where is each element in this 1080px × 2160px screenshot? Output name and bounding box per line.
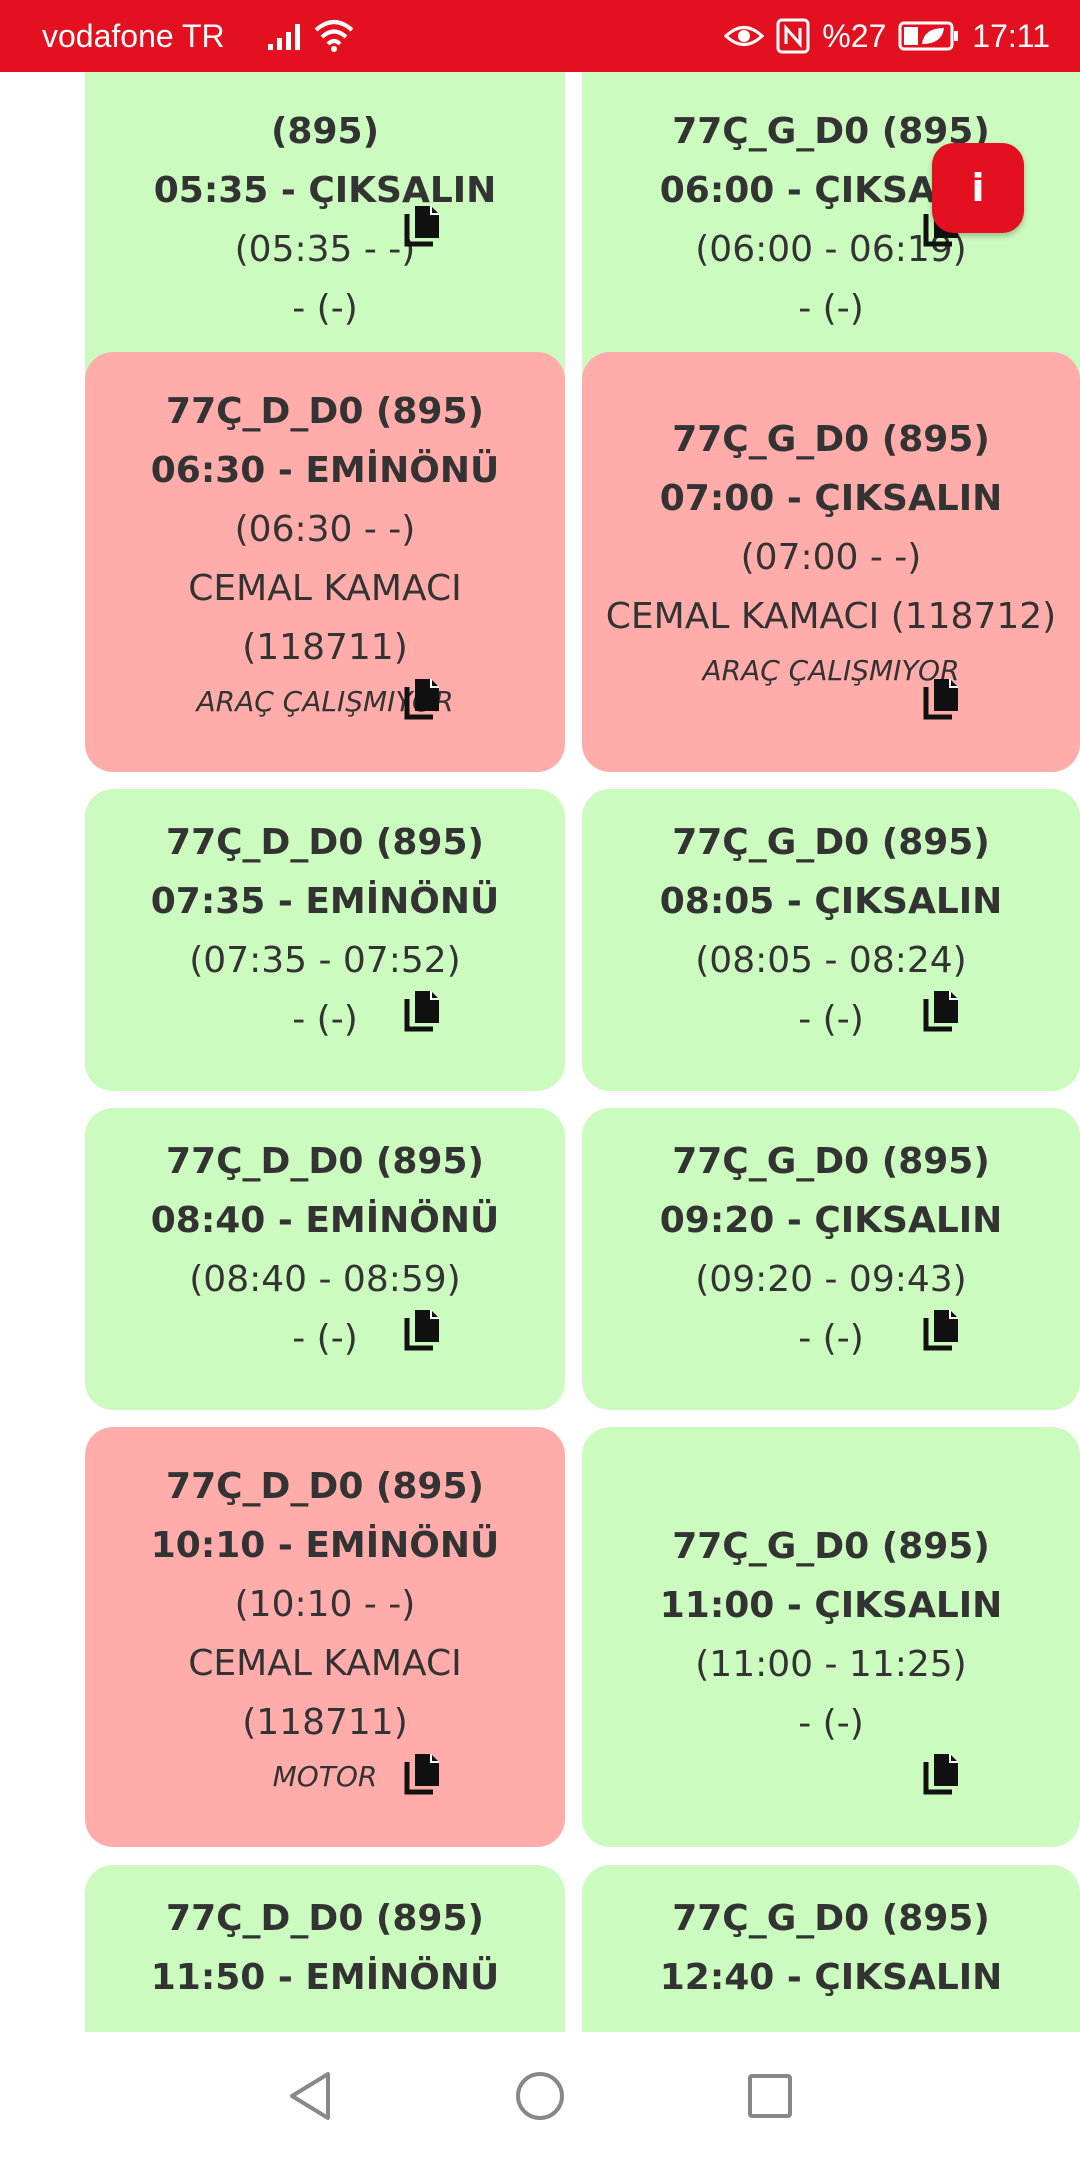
trip-line: 77Ç_G_D0 (895) — [672, 419, 990, 460]
trip-note: ARAÇ ÇALIŞMIYOR — [196, 685, 454, 718]
trip-note: ARAÇ ÇALIŞMIYOR — [702, 654, 960, 687]
info-icon: i — [971, 166, 985, 210]
eye-icon — [724, 26, 765, 46]
signal-icon — [268, 24, 300, 50]
trip-time: 11:00 - ÇIKSALIN — [659, 1585, 1003, 1626]
trip-line: 77Ç_G_D0 (895) — [672, 1898, 990, 1939]
status-bar: vodafone TR %27 17:11 — [0, 0, 1080, 72]
trip-driver: - (-) — [292, 999, 358, 1040]
trip-range: (07:00 - -) — [740, 537, 922, 578]
trip-card[interactable]: 77Ç_D_D0 (895) 06:30 - EMİNÖNÜ (06:30 - -)… — [85, 352, 565, 772]
carrier-name: vodafone TR — [42, 18, 225, 54]
copy-icon[interactable] — [922, 1308, 962, 1352]
copy-icon[interactable] — [403, 677, 443, 721]
trip-range: (05:35 - -) — [234, 229, 416, 270]
trip-line: 77Ç_D_D0 (895) — [166, 1898, 484, 1939]
trip-driver2: (118711) — [242, 1702, 408, 1743]
trip-card[interactable]: 77Ç_G_D0 (895) 09:20 - ÇIKSALIN (09:20 - 0… — [582, 1108, 1080, 1410]
trip-line: 77Ç_D_D0 (895) — [166, 1466, 484, 1507]
trip-driver2: (118711) — [242, 627, 408, 668]
trip-range: (08:40 - 08:59) — [189, 1259, 461, 1300]
trip-card[interactable]: 77Ç_G_D0 (895) 12:40 - ÇIKSALIN — [582, 1865, 1080, 2032]
trip-time: 10:10 - EMİNÖNÜ — [150, 1525, 500, 1566]
trip-time: 09:20 - ÇIKSALIN — [659, 1200, 1003, 1241]
copy-icon[interactable] — [403, 1308, 443, 1352]
trip-time: 06:30 - EMİNÖNÜ — [150, 450, 500, 491]
trip-range: (10:10 - -) — [234, 1584, 416, 1625]
battery-icon — [898, 21, 959, 51]
clock: 17:11 — [972, 17, 1050, 54]
trip-driver: CEMAL KAMACI — [188, 1643, 462, 1684]
trip-card[interactable]: 77Ç_D_D0 (895) 11:50 - EMİNÖNÜ — [85, 1865, 565, 2032]
trip-note: MOTOR — [272, 1760, 378, 1793]
trip-card[interactable]: 77Ç_D_D0 (895) 07:35 - EMİNÖNÜ (07:35 - 07… — [85, 789, 565, 1091]
trip-driver: - (-) — [292, 1318, 358, 1359]
trip-line: 77Ç_G_D0 (895) — [672, 1526, 990, 1567]
trip-range: (07:35 - 07:52) — [189, 940, 461, 981]
trip-line: 77Ç_G_D0 (895) — [672, 1141, 990, 1182]
battery-percent: %27 — [822, 17, 887, 54]
home-icon — [516, 2072, 564, 2120]
trip-line: 77Ç_D_D0 (895) — [166, 1141, 484, 1182]
copy-icon[interactable] — [922, 1752, 962, 1796]
recents-button[interactable] — [730, 2032, 810, 2160]
trip-driver: - (-) — [798, 1318, 864, 1359]
trip-time: 07:00 - ÇIKSALIN — [659, 478, 1003, 519]
trip-driver: - (-) — [798, 999, 864, 1040]
trip-line: 77Ç_G_D0 (895) — [672, 822, 990, 863]
trip-card[interactable]: 77Ç_D_D0 (895) 08:40 - EMİNÖNÜ (08:40 - 08… — [85, 1108, 565, 1410]
copy-icon[interactable] — [403, 204, 443, 248]
wifi-icon — [314, 20, 354, 52]
trip-time: 12:40 - ÇIKSALIN — [659, 1957, 1003, 1998]
copy-icon[interactable] — [403, 1752, 443, 1796]
trip-card[interactable]: 77Ç_D_D0 (895) 10:10 - EMİNÖNÜ (10:10 - -)… — [85, 1427, 565, 1847]
nfc-icon — [776, 18, 810, 54]
trip-time: 08:40 - EMİNÖNÜ — [150, 1200, 500, 1241]
trip-driver: - (-) — [292, 288, 358, 329]
trip-driver: CEMAL KAMACI — [188, 568, 462, 609]
trip-range: (11:00 - 11:25) — [695, 1644, 967, 1685]
trip-time: 11:50 - EMİNÖNÜ — [150, 1957, 500, 1998]
trip-time: 08:05 - ÇIKSALIN — [659, 881, 1003, 922]
trip-line: 77Ç_D_D0 (895) — [166, 391, 484, 432]
back-icon — [290, 2072, 330, 2120]
trip-range: (09:20 - 09:43) — [695, 1259, 967, 1300]
trip-list[interactable]: (895) 05:35 - ÇIKSALIN (05:35 - -) - (-) 77Ç… — [0, 72, 1080, 2032]
trip-driver: - (-) — [798, 1703, 864, 1744]
trip-card[interactable]: 77Ç_G_D0 (895) 08:05 - ÇIKSALIN (08:05 - 0… — [582, 789, 1080, 1091]
trip-range: (06:30 - -) — [234, 509, 416, 550]
trip-card[interactable]: 77Ç_G_D0 (895) 07:00 - ÇIKSALIN (07:00 - -… — [582, 352, 1080, 772]
copy-icon[interactable] — [403, 989, 443, 1033]
trip-time: 05:35 - ÇIKSALIN — [153, 170, 497, 211]
back-button[interactable] — [270, 2032, 350, 2160]
info-button[interactable]: i — [932, 143, 1024, 233]
trip-driver: CEMAL KAMACI (118712) — [605, 596, 1057, 637]
trip-time: 07:35 - EMİNÖNÜ — [150, 881, 500, 922]
home-button[interactable] — [500, 2032, 580, 2160]
recents-icon — [748, 2074, 792, 2118]
copy-icon[interactable] — [922, 989, 962, 1033]
trip-card[interactable]: 77Ç_G_D0 (895) 11:00 - ÇIKSALIN (11:00 - 1… — [582, 1427, 1080, 1847]
trip-driver: - (-) — [798, 288, 864, 329]
copy-icon[interactable] — [922, 677, 962, 721]
navigation-bar — [0, 2032, 1080, 2160]
trip-line: 77Ç_D_D0 (895) — [166, 822, 484, 863]
trip-line: (895) — [270, 111, 380, 152]
trip-range: (08:05 - 08:24) — [695, 940, 967, 981]
